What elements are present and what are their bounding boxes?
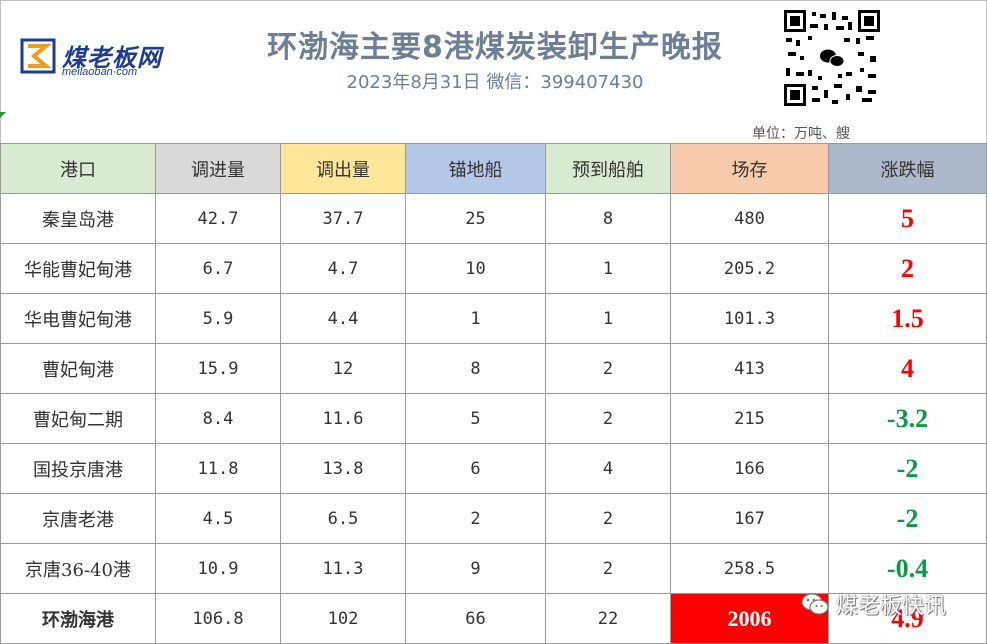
cell-stock: 258.5 <box>670 543 829 594</box>
cell-in: 15.9 <box>155 343 281 394</box>
logo-icon <box>20 38 56 74</box>
table-row: 曹妃甸二期 8.4 11.6 5 2 215 -3.2 <box>0 393 987 444</box>
table-row: 曹妃甸港 15.9 12 8 2 413 4 <box>0 343 987 394</box>
cell-in: 5.9 <box>155 293 281 344</box>
brand-logo[interactable]: 煤老板网 meilaoban·com <box>20 38 190 82</box>
cell-in: 11.8 <box>155 443 281 494</box>
report-subtitle: 2023年8月31日 微信：399407430 <box>346 72 644 93</box>
cell-expected: 2 <box>545 343 671 394</box>
table-header-row: 港口 调进量 调出量 锚地船 预到船舶 场存 涨跌幅 <box>0 143 987 194</box>
cell-out: 11.3 <box>280 543 406 594</box>
cell-anchor: 9 <box>405 543 546 594</box>
cell-in: 6.7 <box>155 243 281 294</box>
cell-anchor: 6 <box>405 443 546 494</box>
cell-expected: 2 <box>545 493 671 544</box>
cell-expected: 4 <box>545 443 671 494</box>
cell-change: 2 <box>828 243 987 294</box>
cell-port: 京唐老港 <box>0 493 156 544</box>
cell-anchor: 1 <box>405 293 546 344</box>
col-header-anchor: 锚地船 <box>405 143 546 194</box>
col-header-in: 调进量 <box>155 143 281 194</box>
table-row: 京唐老港 4.5 6.5 2 2 167 -2 <box>0 493 987 544</box>
table-row: 华电曹妃甸港 5.9 4.4 1 1 101.3 1.5 <box>0 293 987 344</box>
report-header: 煤老板网 meilaoban·com 环渤海主要8港煤炭装卸生产晚报 2023年… <box>0 0 987 142</box>
cell-port: 秦皇岛港 <box>0 193 156 244</box>
cell-stock: 166 <box>670 443 829 494</box>
report-title: 环渤海主要8港煤炭装卸生产晚报 <box>267 30 723 65</box>
cell-port: 国投京唐港 <box>0 443 156 494</box>
cell-expected: 2 <box>545 393 671 444</box>
brand-site: meilaoban·com <box>62 66 138 78</box>
cell-anchor: 8 <box>405 343 546 394</box>
cell-anchor: 25 <box>405 193 546 244</box>
cell-out: 4.7 <box>280 243 406 294</box>
cell-port: 京唐36-40港 <box>0 543 156 594</box>
wechat-icon <box>801 593 829 615</box>
cell-out: 13.8 <box>280 443 406 494</box>
cell-stock: 167 <box>670 493 829 544</box>
watermark-text: 煤老板快讯 <box>836 594 947 619</box>
cell-change: 1.5 <box>828 293 987 344</box>
cell-stock: 413 <box>670 343 829 394</box>
cell-port: 曹妃甸二期 <box>0 393 156 444</box>
cell-anchor: 2 <box>405 493 546 544</box>
qr-code-icon[interactable] <box>784 10 880 106</box>
cell-expected: 1 <box>545 243 671 294</box>
cell-in: 106.8 <box>155 593 281 644</box>
cell-expected: 22 <box>545 593 671 644</box>
cell-in: 42.7 <box>155 193 281 244</box>
cell-change: -2 <box>828 493 987 544</box>
col-header-port: 港口 <box>0 143 156 194</box>
cell-expected: 2 <box>545 543 671 594</box>
cell-in: 8.4 <box>155 393 281 444</box>
cell-stock: 205.2 <box>670 243 829 294</box>
col-header-expected: 预到船舶 <box>545 143 671 194</box>
col-header-stock: 场存 <box>670 143 829 194</box>
cell-change: 5 <box>828 193 987 244</box>
cell-port: 环渤海港 <box>0 593 156 644</box>
cell-out: 37.7 <box>280 193 406 244</box>
cell-anchor: 10 <box>405 243 546 294</box>
cell-out: 4.4 <box>280 293 406 344</box>
cell-stock: 215 <box>670 393 829 444</box>
cell-out: 12 <box>280 343 406 394</box>
cell-change: 4 <box>828 343 987 394</box>
cell-port: 曹妃甸港 <box>0 343 156 394</box>
cell-anchor: 5 <box>405 393 546 444</box>
table-row: 秦皇岛港 42.7 37.7 25 8 480 5 <box>0 193 987 244</box>
col-header-out: 调出量 <box>280 143 406 194</box>
table-row: 国投京唐港 11.8 13.8 6 4 166 -2 <box>0 443 987 494</box>
unit-label: 单位：万吨、艘 <box>752 126 850 142</box>
cell-out: 11.6 <box>280 393 406 444</box>
cell-in: 4.5 <box>155 493 281 544</box>
cell-anchor: 66 <box>405 593 546 644</box>
col-header-change: 涨跌幅 <box>828 143 987 194</box>
cell-expected: 1 <box>545 293 671 344</box>
cell-out: 6.5 <box>280 493 406 544</box>
cell-change: -3.2 <box>828 393 987 444</box>
table-row: 京唐36-40港 10.9 11.3 9 2 258.5 -0.4 <box>0 543 987 594</box>
cell-in: 10.9 <box>155 543 281 594</box>
table-row: 华能曹妃甸港 6.7 4.7 10 1 205.2 2 <box>0 243 987 294</box>
cell-expected: 8 <box>545 193 671 244</box>
cell-port: 华电曹妃甸港 <box>0 293 156 344</box>
port-table: 港口 调进量 调出量 锚地船 预到船舶 场存 涨跌幅 秦皇岛港 42.7 37.… <box>0 143 987 644</box>
cell-stock: 480 <box>670 193 829 244</box>
watermark: 煤老板快讯 <box>800 588 946 620</box>
cell-port: 华能曹妃甸港 <box>0 243 156 294</box>
cell-change: -2 <box>828 443 987 494</box>
cell-stock: 101.3 <box>670 293 829 344</box>
cell-out: 102 <box>280 593 406 644</box>
cell-change: -0.4 <box>828 543 987 594</box>
